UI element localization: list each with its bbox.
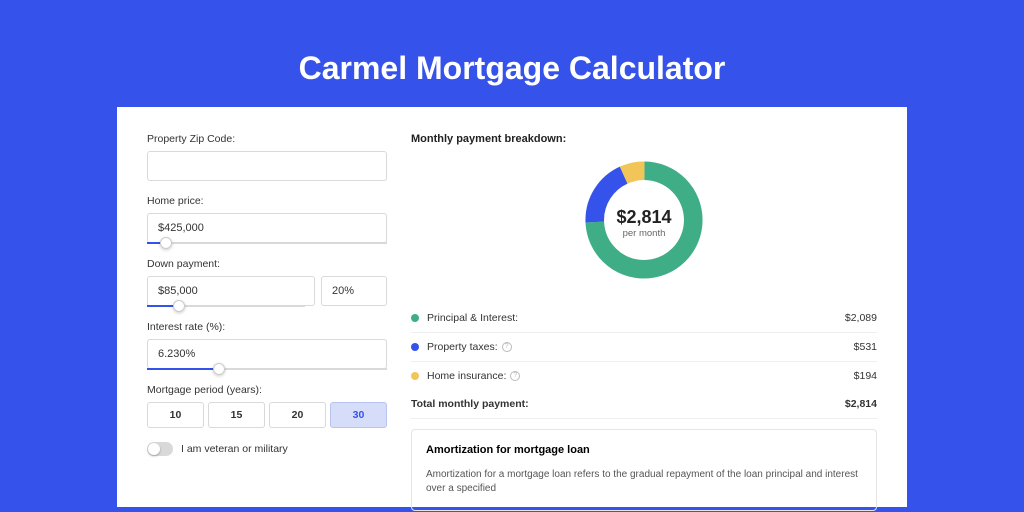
donut-sublabel: per month [616,228,671,239]
donut-container: $2,814 per month [411,155,877,290]
period-option-30[interactable]: 30 [330,402,387,428]
veteran-toggle[interactable] [147,442,173,456]
toggle-knob [148,443,160,455]
home-price-field: Home price: [147,195,387,244]
calculator-card: Property Zip Code: Home price: Down paym… [117,107,907,507]
legend-dot [411,343,419,351]
home-price-input[interactable] [147,213,387,243]
down-payment-input[interactable] [147,276,315,306]
interest-rate-slider-thumb[interactable] [213,363,225,375]
amortization-box: Amortization for mortgage loan Amortizat… [411,429,877,511]
breakdown-total-label: Total monthly payment: [411,398,845,410]
down-payment-pct-input[interactable] [321,276,387,306]
down-payment-slider-thumb[interactable] [173,300,185,312]
breakdown-row: Property taxes: ?$531 [411,333,877,362]
breakdown-item-value: $531 [854,341,877,353]
breakdown-total-value: $2,814 [845,398,877,410]
interest-rate-field: Interest rate (%): [147,321,387,370]
legend-dot [411,372,419,380]
period-option-15[interactable]: 15 [208,402,265,428]
breakdown-title: Monthly payment breakdown: [411,133,877,145]
breakdown-item-value: $194 [854,370,877,382]
period-option-20[interactable]: 20 [269,402,326,428]
home-price-slider[interactable] [147,242,387,244]
info-icon[interactable]: ? [502,342,512,352]
breakdown-item-label: Home insurance: ? [427,370,854,382]
interest-rate-input[interactable] [147,339,387,369]
legend-dot [411,314,419,322]
down-payment-field: Down payment: [147,258,387,307]
period-option-10[interactable]: 10 [147,402,204,428]
breakdown-item-value: $2,089 [845,312,877,324]
donut-amount: $2,814 [616,207,671,228]
veteran-toggle-row: I am veteran or military [147,442,387,456]
amortization-text: Amortization for a mortgage loan refers … [426,468,862,496]
breakdown-list: Principal & Interest:$2,089Property taxe… [411,304,877,390]
page-title: Carmel Mortgage Calculator [0,0,1024,107]
breakdown-item-label: Property taxes: ? [427,341,854,353]
period-field: Mortgage period (years): 10152030 [147,384,387,428]
form-column: Property Zip Code: Home price: Down paym… [147,133,387,507]
interest-rate-label: Interest rate (%): [147,321,387,333]
interest-rate-slider-fill [147,368,219,370]
period-options: 10152030 [147,402,387,428]
breakdown-item-label: Principal & Interest: [427,312,845,324]
breakdown-row: Home insurance: ?$194 [411,362,877,390]
home-price-label: Home price: [147,195,387,207]
info-icon[interactable]: ? [510,371,520,381]
zip-field: Property Zip Code: [147,133,387,181]
zip-label: Property Zip Code: [147,133,387,145]
breakdown-total-row: Total monthly payment: $2,814 [411,390,877,419]
down-payment-slider[interactable] [147,305,305,307]
interest-rate-slider[interactable] [147,368,387,370]
home-price-slider-thumb[interactable] [160,237,172,249]
veteran-toggle-label: I am veteran or military [181,443,288,455]
donut-center: $2,814 per month [616,207,671,239]
zip-input[interactable] [147,151,387,181]
breakdown-row: Principal & Interest:$2,089 [411,304,877,333]
amortization-title: Amortization for mortgage loan [426,444,862,456]
down-payment-label: Down payment: [147,258,387,270]
period-label: Mortgage period (years): [147,384,387,396]
breakdown-column: Monthly payment breakdown: $2,814 per mo… [411,133,877,507]
